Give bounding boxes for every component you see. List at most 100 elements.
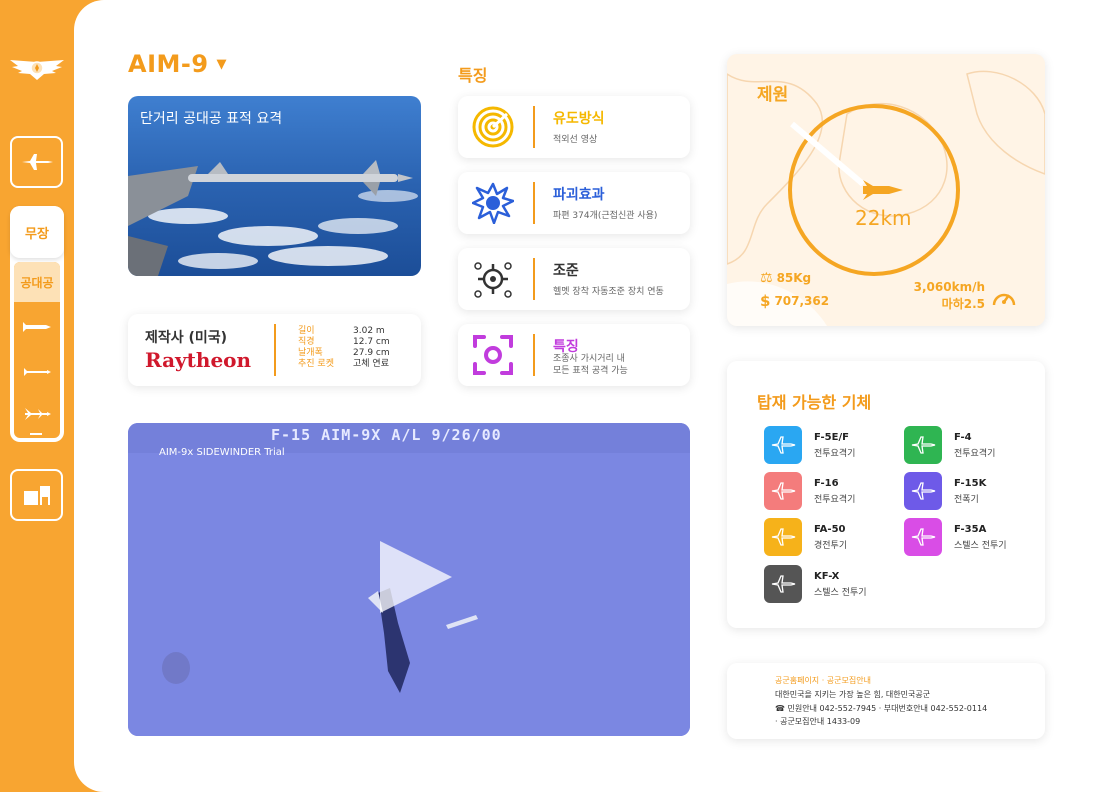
spec-value-wingspan: 27.9 cm — [353, 348, 390, 358]
spec-value-diameter: 12.7 cm — [353, 337, 390, 347]
feature-desc-line: 조종사 가시거리 내 — [553, 354, 625, 364]
aircraft-name: KF-X — [814, 570, 840, 582]
sidebar-facility-button[interactable] — [10, 469, 63, 521]
features-title: 특징 — [458, 66, 488, 85]
radar-icon — [472, 106, 514, 148]
footer-links[interactable]: 공군홈페이지 · 공군모집안내 — [775, 675, 871, 686]
aircraft-type: 스텔스 전투기 — [814, 587, 867, 598]
feature-card-guidance: 유도방식 적외선 영상 — [458, 96, 690, 158]
manufacturer-card: 제작사 (미국) Raytheon 길이 직경 날개폭 추진 로켓 3.02 m… — [128, 314, 421, 386]
aircraft-name: F-15K — [954, 477, 987, 489]
jet-icon — [764, 565, 802, 603]
page-title: AIM-9 — [128, 50, 209, 78]
weapon-selector[interactable]: AIM-9 ▼ — [128, 50, 227, 78]
spec-title: 제원 — [757, 85, 789, 105]
aircraft-item[interactable]: F-5E/F 전투요격기 — [764, 426, 855, 464]
video-caption: AIM-9x SIDEWINDER Trial — [159, 447, 285, 458]
submenu-handle — [30, 433, 42, 435]
footer-card: 공군홈페이지 · 공군모집안내 대한민국을 지키는 가장 높은 힘, 대한민국공… — [727, 663, 1045, 739]
video-overlay-text: F-15 AIM-9X A/L 9/26/00 — [271, 426, 502, 444]
missile-type-3-icon[interactable] — [22, 406, 52, 425]
aircraft-item[interactable]: FA-50 경전투기 — [764, 518, 847, 556]
aircraft-type: 스텔스 전투기 — [954, 540, 1007, 551]
aircraft-type: 전투요격기 — [954, 448, 996, 459]
aircraft-item[interactable]: F-4 전투요격기 — [904, 426, 995, 464]
divider — [533, 182, 535, 224]
spec-key-diameter: 직경 — [298, 337, 315, 347]
jet-icon — [764, 472, 802, 510]
divider — [533, 258, 535, 300]
divider — [274, 324, 276, 376]
spec-key-wingspan: 날개폭 — [298, 348, 323, 358]
aircraft-type: 전폭기 — [954, 494, 979, 505]
feature-card-aiming: 조준 헬멧 장착 자동조준 장치 연동 — [458, 248, 690, 310]
aircraft-type: 전투요격기 — [814, 448, 856, 459]
weight-icon: ⚖ — [760, 270, 773, 286]
feature-desc: 적외선 영상 — [553, 135, 598, 145]
missile-type-2-icon[interactable] — [22, 363, 52, 382]
footer-recruit: · 공군모집안내 1433-09 — [775, 717, 861, 726]
spec-card: 제원 22km ⚖ 85Kg $ 707,362 3,060km/h 마하2.5 — [727, 54, 1045, 326]
target-frame-icon — [473, 335, 513, 375]
feature-desc: 헬멧 장착 자동조준 장치 연동 — [553, 287, 664, 297]
feature-desc: 파편 374개(근접신관 사용) — [553, 211, 658, 221]
price-icon: $ — [760, 292, 771, 310]
spec-value-propulsion: 고체 연료 — [353, 359, 389, 369]
sidebar-item-weapons[interactable]: 무장 — [10, 206, 64, 258]
feature-card-target: 특징 조종사 가시거리 내 모든 표적 공격 가능 — [458, 324, 690, 386]
jet-icon — [764, 518, 802, 556]
aircraft-name: F-5E/F — [814, 431, 849, 443]
aircraft-type: 전투요격기 — [814, 494, 856, 505]
aircraft-type: 경전투기 — [814, 540, 848, 551]
feature-title: 파괴효과 — [553, 187, 605, 203]
mach-value: 마하2.5 — [941, 297, 985, 311]
jet-icon — [904, 426, 942, 464]
aircraft-item[interactable]: F-16 전투요격기 — [764, 472, 855, 510]
aircraft-item[interactable]: F-35A 스텔스 전투기 — [904, 518, 1007, 556]
divider — [533, 334, 535, 376]
photo-caption: 단거리 공대공 표적 요격 — [140, 111, 283, 127]
spec-key-propulsion: 추진 로켓 — [298, 359, 334, 369]
feature-card-destruction: 파괴효과 파편 374개(근접신관 사용) — [458, 172, 690, 234]
feature-title: 유도방식 — [553, 111, 605, 127]
spec-value-length: 3.02 m — [353, 326, 385, 336]
chevron-down-icon: ▼ — [216, 56, 228, 72]
aircraft-item[interactable]: F-15K 전폭기 — [904, 472, 986, 510]
range-value: 22km — [855, 206, 912, 230]
air-force-emblem-icon — [8, 54, 66, 84]
divider — [533, 106, 535, 148]
jet-icon — [21, 154, 53, 170]
video-player[interactable]: F-15 AIM-9X A/L 9/26/00 AIM-9x SIDEWINDE… — [128, 423, 690, 736]
aircraft-name: FA-50 — [814, 523, 846, 535]
jet-icon — [764, 426, 802, 464]
spec-key-length: 길이 — [298, 326, 315, 336]
jet-icon — [904, 472, 942, 510]
play-icon[interactable] — [376, 537, 456, 621]
feature-title: 조준 — [553, 263, 579, 279]
sidebar-aircraft-button[interactable] — [10, 136, 63, 188]
aircraft-name: F-4 — [954, 431, 972, 443]
manufacturer-label: 제작사 (미국) — [145, 330, 228, 346]
speed-value: 3,060km/h — [913, 280, 985, 294]
aircraft-title: 탑재 가능한 기체 — [757, 393, 872, 412]
sidebar-item-weapons-label: 무장 — [25, 226, 49, 242]
sidebar-item-air-to-air[interactable]: 공대공 — [14, 262, 60, 302]
weight-value: 85Kg — [776, 271, 812, 285]
feature-desc: 조종사 가시거리 내 모든 표적 공격 가능 — [553, 353, 683, 377]
feature-desc-line: 모든 표적 공격 가능 — [553, 366, 628, 376]
footer-slogan: 대한민국을 지키는 가장 높은 힘, 대한민국공군 — [775, 690, 931, 699]
jet-icon — [904, 518, 942, 556]
footer-contact: ☎ 민원안내 042-552-7945 · 부대번호안내 042-552-011… — [775, 704, 988, 713]
hangar-icon — [23, 486, 50, 505]
compatible-aircraft-card: 탑재 가능한 기체 F-5E/F 전투요격기 F-4 전투요격기 F-16 전투요격기… — [727, 361, 1045, 628]
manufacturer-brand: Raytheon — [145, 348, 252, 372]
missile-type-1-icon[interactable] — [22, 318, 52, 337]
explosion-icon — [472, 182, 514, 224]
aircraft-name: F-35A — [954, 523, 987, 535]
price-value: 707,362 — [774, 294, 830, 308]
speedometer-icon — [991, 286, 1017, 314]
aircraft-item[interactable]: KF-X 스텔스 전투기 — [764, 565, 867, 603]
aircraft-name: F-16 — [814, 477, 839, 489]
crosshair-icon — [474, 262, 512, 298]
sidebar-item-air-to-air-label: 공대공 — [20, 275, 54, 290]
